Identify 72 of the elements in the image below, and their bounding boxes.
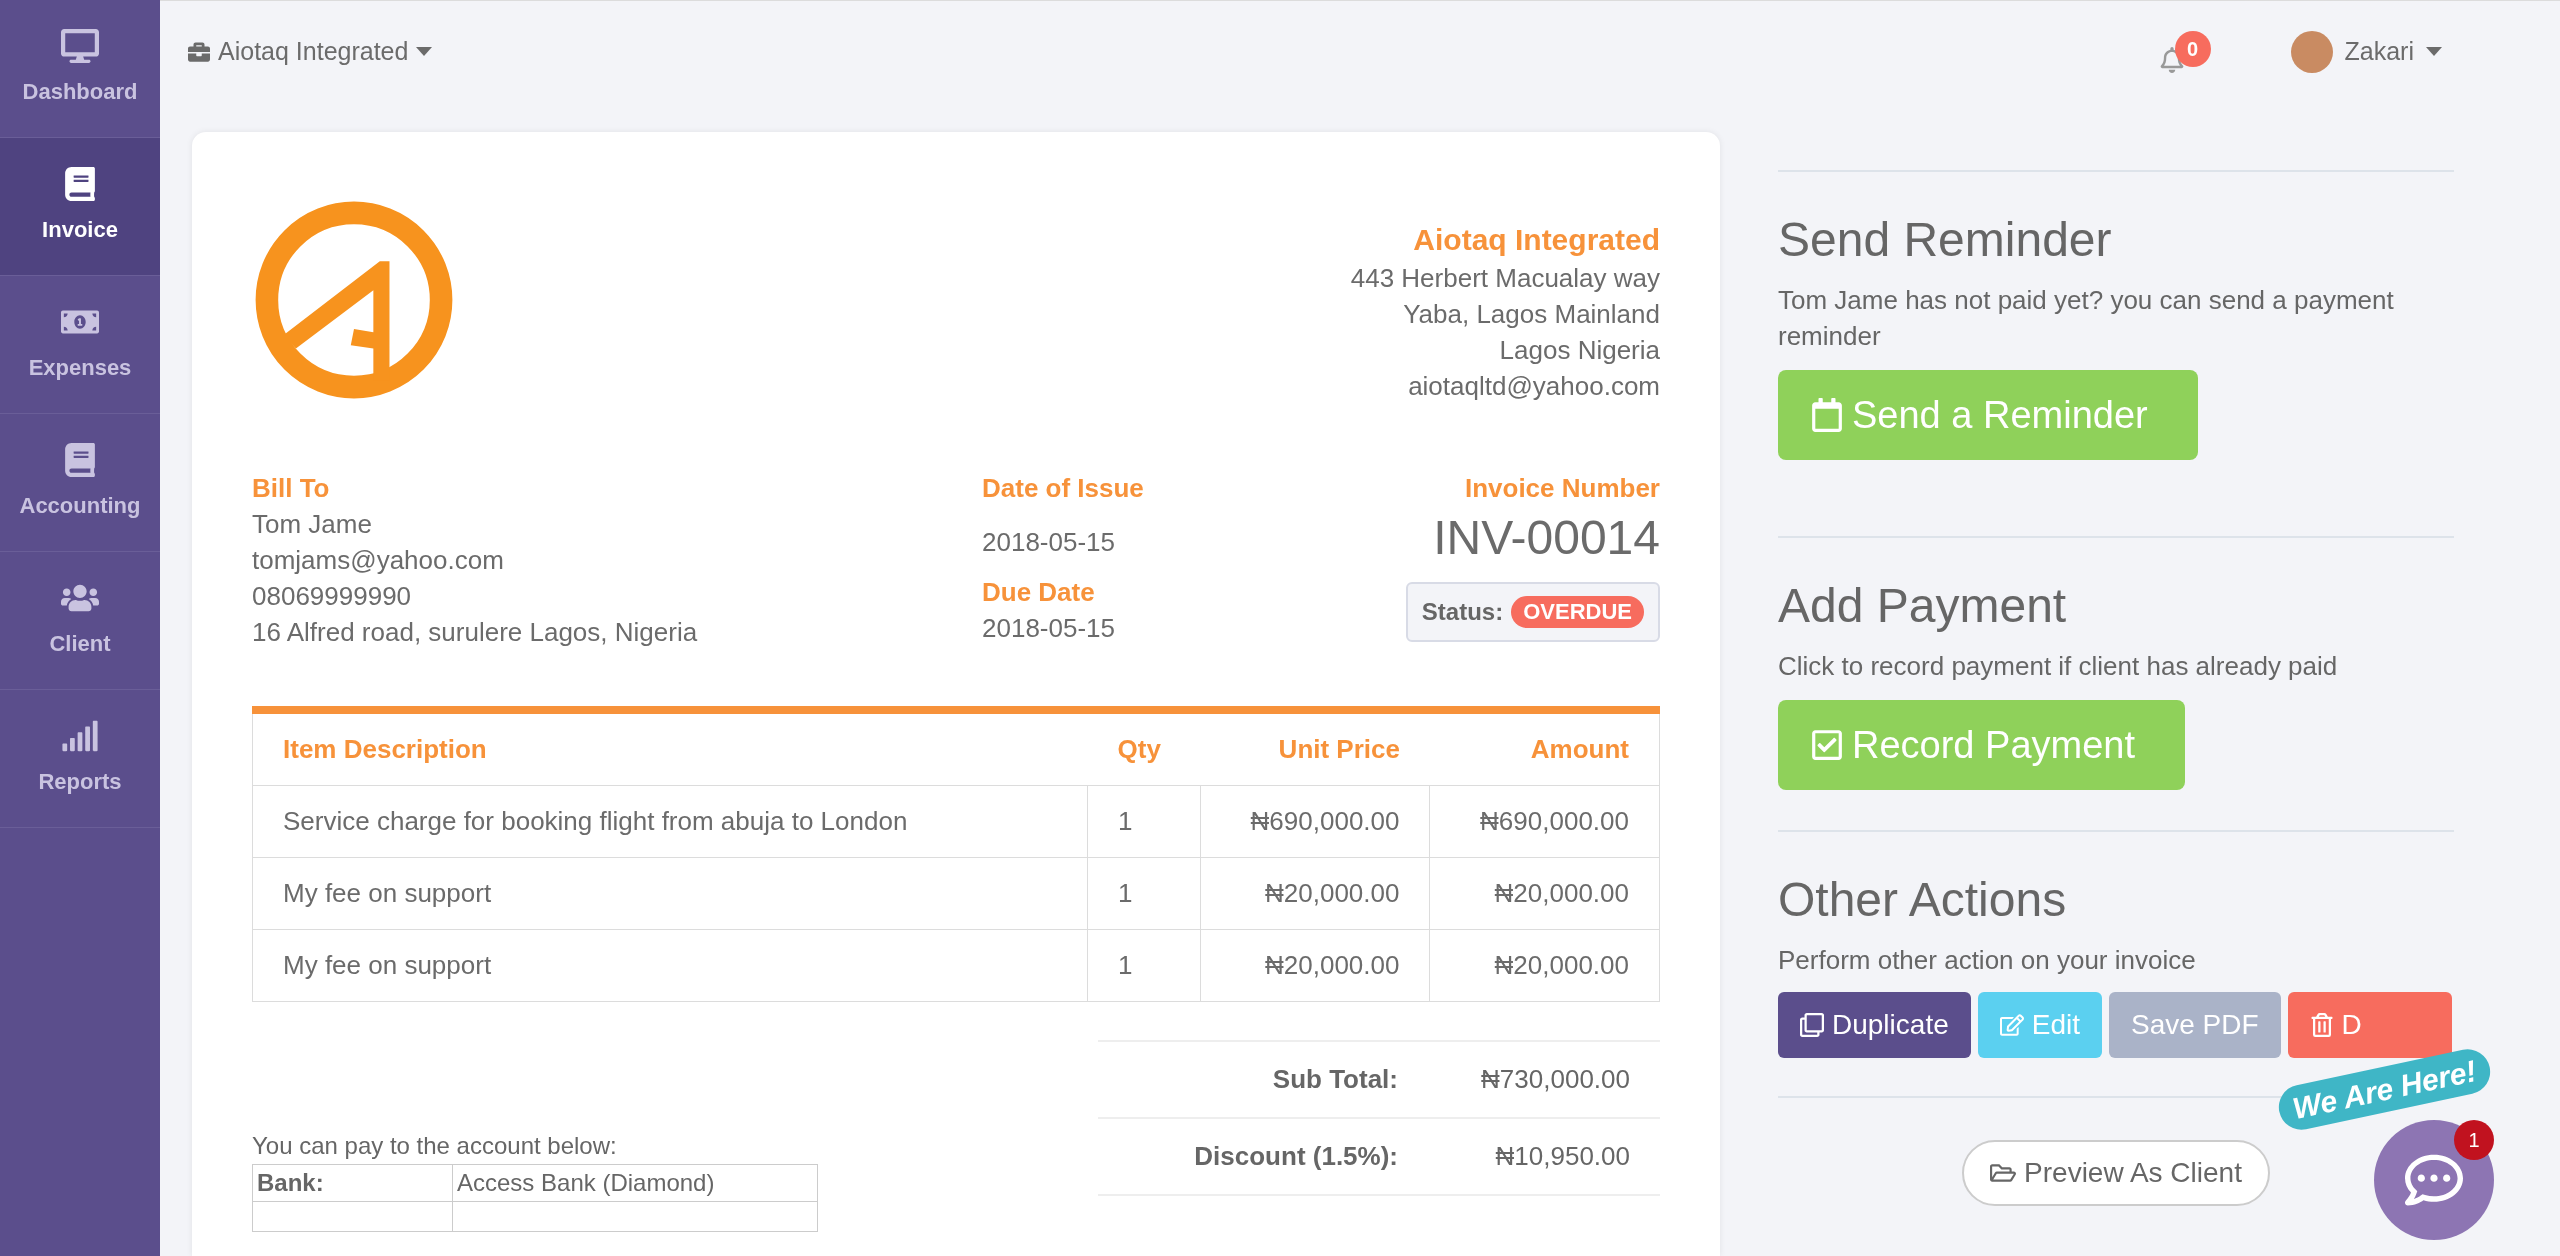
avatar [2290,30,2333,73]
sidebar-item[interactable]: Reports [0,690,160,828]
section-text: Click to record payment if client has already paid [1778,650,2339,683]
column-header: Qty [1087,710,1201,786]
status-badge: OVERDUE [1511,596,1644,628]
total-label: Discount (1.5%): [1193,1140,1398,1173]
date-of-issue-value: 2018-05-15 [982,526,1116,559]
sidebar-item[interactable]: Accounting [0,414,160,552]
column-header: Unit Price [1200,710,1430,786]
table-cell: My fee on support [252,857,1088,930]
company-address-line: aiotaqltd@yahoo.com [1408,370,1660,403]
due-date-value: 2018-05-15 [982,612,1116,645]
payment-note: You can pay to the account below: [252,1131,618,1161]
total-value: ₦730,000.00 [1480,1063,1630,1096]
user-menu[interactable]: Zakari [2290,30,2442,73]
date-of-issue-label: Date of Issue [982,472,1145,505]
total-value: ₦10,950.00 [1494,1140,1630,1173]
sidebar-item[interactable]: Expenses [0,276,160,414]
section-title: Add Payment [1778,578,2068,634]
table-cell: ₦690,000.00 [1200,785,1430,858]
company-address-line: Lagos Nigeria [1499,334,1660,367]
bill-to-label: Bill To [252,472,331,505]
chat-badge: 1 [2454,1120,2494,1160]
invoice-number-label: Invoice Number [1464,472,1660,505]
trash-icon [2309,1013,2334,1037]
table-cell: ₦20,000.00 [1430,857,1660,930]
table-cell: 1 [1087,929,1201,1002]
table-cell: ₦20,000.00 [1200,857,1430,930]
monitor-icon [61,29,99,63]
status-label: Status: [1421,597,1504,627]
duplicate-button[interactable]: Duplicate [1778,992,1971,1058]
bill-to-line: tomjams@yahoo.com [252,544,505,577]
caret-icon [2426,47,2442,56]
total-label: Sub Total: [1271,1063,1398,1096]
sidebar-item[interactable]: Invoice [0,138,160,276]
table-cell: ₦20,000.00 [1430,929,1660,1002]
table-cell: Service charge for booking flight from abuja to London [252,785,1088,858]
section-title: Other Actions [1778,872,2068,928]
due-date-label: Due Date [982,576,1096,609]
table-cell: ₦690,000.00 [1430,785,1660,858]
invoice-number: INV-00014 [1433,510,1660,566]
column-header: Item Description [252,710,1088,786]
caret-icon [416,47,433,56]
checkbox-icon [1810,728,1844,762]
chat-button[interactable]: 1 [2374,1120,2494,1240]
calendar-icon [1810,398,1844,432]
bill-to-line: 16 Alfred road, surulere Lagos, Nigeria [252,616,699,649]
company-address-line: Yaba, Lagos Mainland [1403,298,1660,331]
company-dropdown[interactable]: Aiotaq Integrated [188,32,433,71]
section-text: Perform other action on your invoice [1778,944,2197,977]
bill-to-line: Tom Jame [252,508,373,541]
bank-value: Access Bank (Diamond) [452,1164,818,1202]
notification-count: 0 [2174,30,2211,67]
copy-icon [1800,1013,1824,1037]
notification-button[interactable]: 0 [2156,30,2211,73]
table-cell: 1 [1087,857,1201,930]
bill-to-line: 08069999990 [252,580,413,613]
section-text: Tom Jame has not paid yet? you can send a payment reminder [1778,284,2395,353]
bank-label: Bank: [252,1164,453,1202]
edit-icon [1999,1013,2024,1037]
section-title: Send Reminder [1778,212,2113,268]
column-header: Amount [1430,710,1660,786]
table-cell: ₦20,000.00 [1200,929,1430,1002]
company-address-line: 443 Herbert Macualay way [1350,262,1660,295]
table-cell: 1 [1087,785,1201,858]
company-name: Aiotaq Integrated [1413,222,1660,258]
preview-button[interactable]: Preview As Client [1962,1140,2270,1206]
table-cell: My fee on support [252,929,1088,1002]
briefcase-icon [188,40,210,63]
delete-button[interactable]: D [2287,992,2452,1058]
sidebar-item[interactable]: Client [0,552,160,690]
signal-bars-icon [61,719,99,753]
